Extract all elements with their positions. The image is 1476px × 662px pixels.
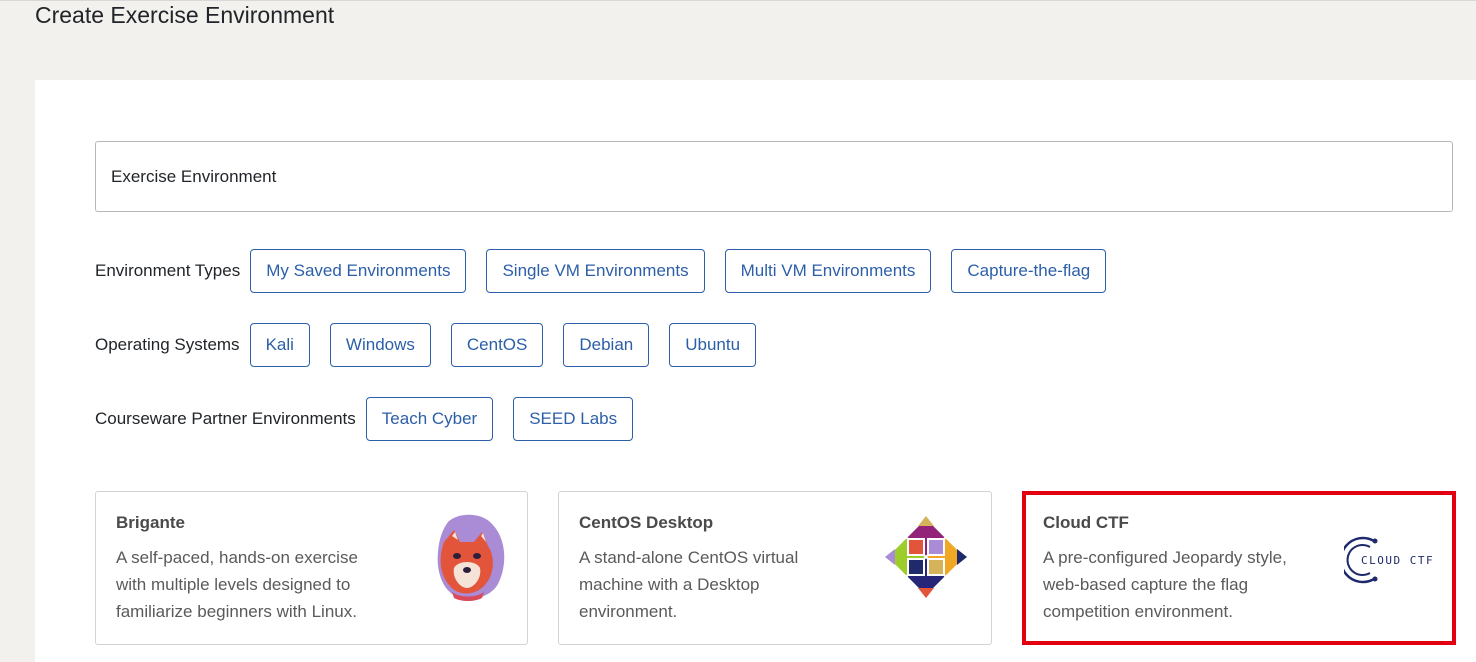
filter-my-saved-environments-button[interactable]: My Saved Environments [250,249,467,293]
card-description: A stand-alone CentOS virtual machine wit… [579,548,799,621]
top-border [0,0,1476,1]
filter-ubuntu-button[interactable]: Ubuntu [669,323,757,367]
environment-card-brigante[interactable]: Brigante A self-paced, hands-on exercise… [95,491,528,645]
filter-capture-the-flag-button[interactable]: Capture-the-flag [951,249,1107,293]
filter-single-vm-environments-button[interactable]: Single VM Environments [486,249,705,293]
logo-wordmark: CLOUD CTF [1361,554,1434,567]
filter-kali-button[interactable]: Kali [249,323,310,367]
environment-types-filter: Environment Types My Saved Environments … [95,249,1126,293]
operating-systems-filter: Operating Systems Kali Windows CentOS De… [95,323,776,367]
environment-types-label: Environment Types [95,261,241,280]
centos-logo-icon [885,516,967,598]
filter-windows-button[interactable]: Windows [329,323,431,367]
page-title: Create Exercise Environment [35,2,335,28]
filter-centos-button[interactable]: CentOS [450,323,544,367]
courseware-partners-label: Courseware Partner Environments [95,409,356,428]
card-title: Brigante [116,513,185,532]
filter-debian-button[interactable]: Debian [563,323,650,367]
card-title: Cloud CTF [1043,513,1129,532]
filter-multi-vm-environments-button[interactable]: Multi VM Environments [724,249,932,293]
fox-mascot-icon [437,514,505,601]
filter-teach-cyber-button[interactable]: Teach Cyber [365,397,494,441]
filter-seed-labs-button[interactable]: SEED Labs [513,397,634,441]
card-title: CentOS Desktop [579,513,714,532]
courseware-partners-filter: Courseware Partner Environments Teach Cy… [95,397,653,441]
card-description: A pre-configured Jeopardy style, web-bas… [1043,548,1287,621]
operating-systems-label: Operating Systems [95,335,240,354]
environment-card-centos-desktop[interactable]: CentOS Desktop A stand-alone CentOS virt… [558,491,992,645]
environment-search-input[interactable] [95,141,1453,212]
cloud-ctf-logo-icon: CLOUD CTF [1344,536,1434,584]
card-description: A self-paced, hands-on exercise with mul… [116,548,358,621]
environment-card-cloud-ctf[interactable]: Cloud CTF A pre-configured Jeopardy styl… [1022,491,1456,645]
main-panel: Environment Types My Saved Environments … [35,80,1476,662]
